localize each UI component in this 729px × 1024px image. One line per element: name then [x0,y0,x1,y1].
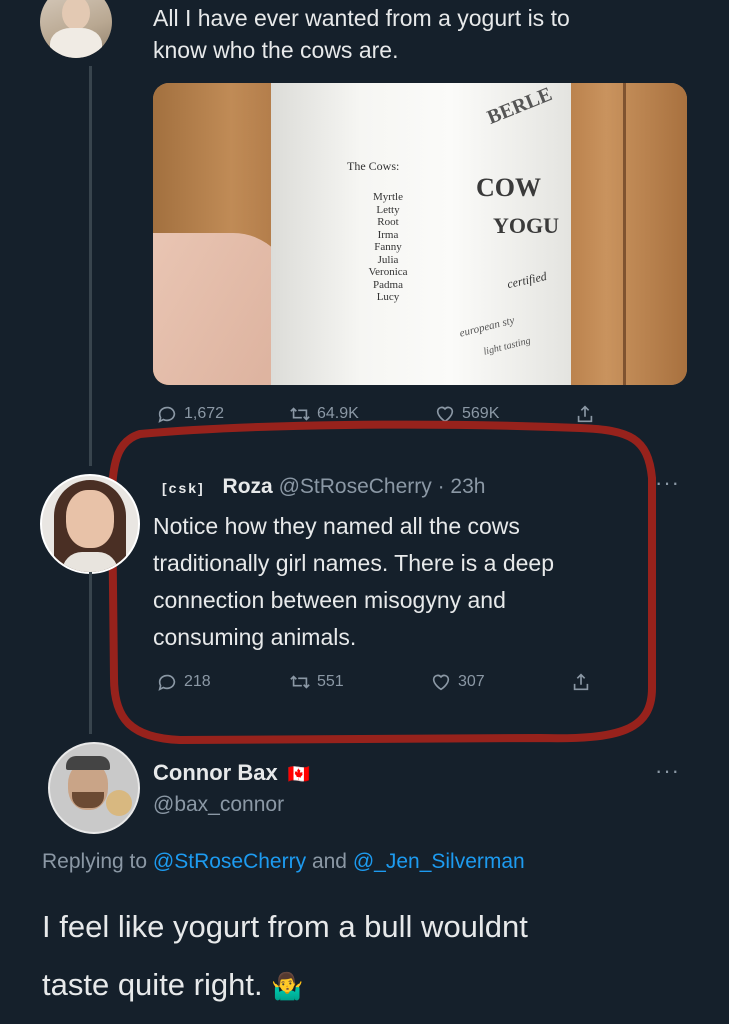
reply-button[interactable]: 218 [156,671,211,693]
retweet-count: 551 [317,673,344,690]
tweet2-time[interactable]: · 23h [438,475,486,498]
tweet2-text-line: consuming animals. [153,624,357,650]
tweet2-name[interactable]: Roza [223,475,273,498]
replying-to: Replying to @StRoseCherry and @_Jen_Silv… [42,850,525,874]
thread-line-1 [89,66,92,466]
mention-link[interactable]: @_Jen_Silverman [353,850,525,873]
avatar-tweet2[interactable] [40,474,140,574]
cup-list-heading: The Cows: [347,159,400,173]
cow-name: Myrtle [373,191,403,203]
retweet-button[interactable]: 551 [289,671,344,693]
tweet2-text-line: traditionally girl names. There is a dee… [153,550,555,576]
share-button[interactable] [570,671,592,693]
tweet2-text: Notice how they named all the cows tradi… [153,508,554,656]
mention-link[interactable]: @StRoseCherry [153,850,306,873]
canada-flag-icon: 🇨🇦 [287,764,311,784]
tweet2-actions: 218 551 307 [156,669,616,695]
tweet3-name-row[interactable]: Connor Bax 🇨🇦 [153,760,310,786]
avatar-tweet3[interactable] [48,742,140,834]
like-button[interactable]: 307 [430,671,485,693]
cup-certified: certified [505,269,548,292]
cup-title-line1: COW [476,173,541,202]
tweet1-text-line2: know who the cows are. [153,37,399,63]
heart-icon [432,674,450,691]
user-badge: [csk] [162,480,205,496]
shrug-emoji-icon: 🤷‍♂️ [271,971,304,1001]
more-icon[interactable]: ··· [655,470,680,496]
cow-name: Veronica [368,266,408,278]
reply-icon [158,674,176,691]
tweet3-text: I feel like yogurt from a bull wouldnt t… [42,898,528,1015]
cow-name: Letty [376,203,400,216]
replying-and: and [311,850,347,873]
photo-wood-seam [623,83,626,385]
tweet1-photo[interactable]: BERLE COW YOGU The Cows: Myrtle Letty Ro… [153,83,687,385]
tweet3-text-line2: taste quite right. [42,967,263,1002]
cow-name: Padma [373,278,403,291]
like-count: 307 [458,673,485,690]
cup-euro-line2: light tasting [482,335,532,358]
tweet2-header: [csk] Roza @StRoseCherry · 23h [162,475,485,499]
cup-euro-line1: european sty [458,314,516,340]
reply-count: 218 [184,673,211,690]
tweet2-handle[interactable]: @StRoseCherry [279,475,432,498]
tweet3-text-line1: I feel like yogurt from a bull wouldnt [42,909,528,944]
thread-line-2 [89,572,92,734]
cow-name: Fanny [374,241,402,253]
avatar-tweet1[interactable] [40,0,112,58]
photo-wood-right [553,83,687,385]
tweet3-name[interactable]: Connor Bax [153,760,278,785]
cup-title-line2: YOGU [493,213,559,238]
tweet1-text-line1: All I have ever wanted from a yogurt is … [153,5,570,31]
cup-brand: BERLE [484,83,556,129]
share-icon [573,673,589,691]
more-icon[interactable]: ··· [655,758,680,784]
replying-prefix: Replying to [42,850,148,873]
tweet1-text: All I have ever wanted from a yogurt is … [153,2,570,66]
cow-name: Root [377,216,399,228]
tweet2-text-line: Notice how they named all the cows [153,513,520,539]
tweet3-handle[interactable]: @bax_connor [153,793,284,817]
cow-name: Julia [377,253,399,266]
cow-name: Irma [377,228,399,241]
cow-name: Lucy [376,291,400,303]
yogurt-cup: BERLE COW YOGU The Cows: Myrtle Letty Ro… [271,83,571,385]
tweet2-text-line: connection between misogyny and [153,587,506,613]
cup-cow-list: Myrtle Letty Root Irma Fanny Julia Veron… [353,191,423,304]
retweet-icon [290,675,310,689]
